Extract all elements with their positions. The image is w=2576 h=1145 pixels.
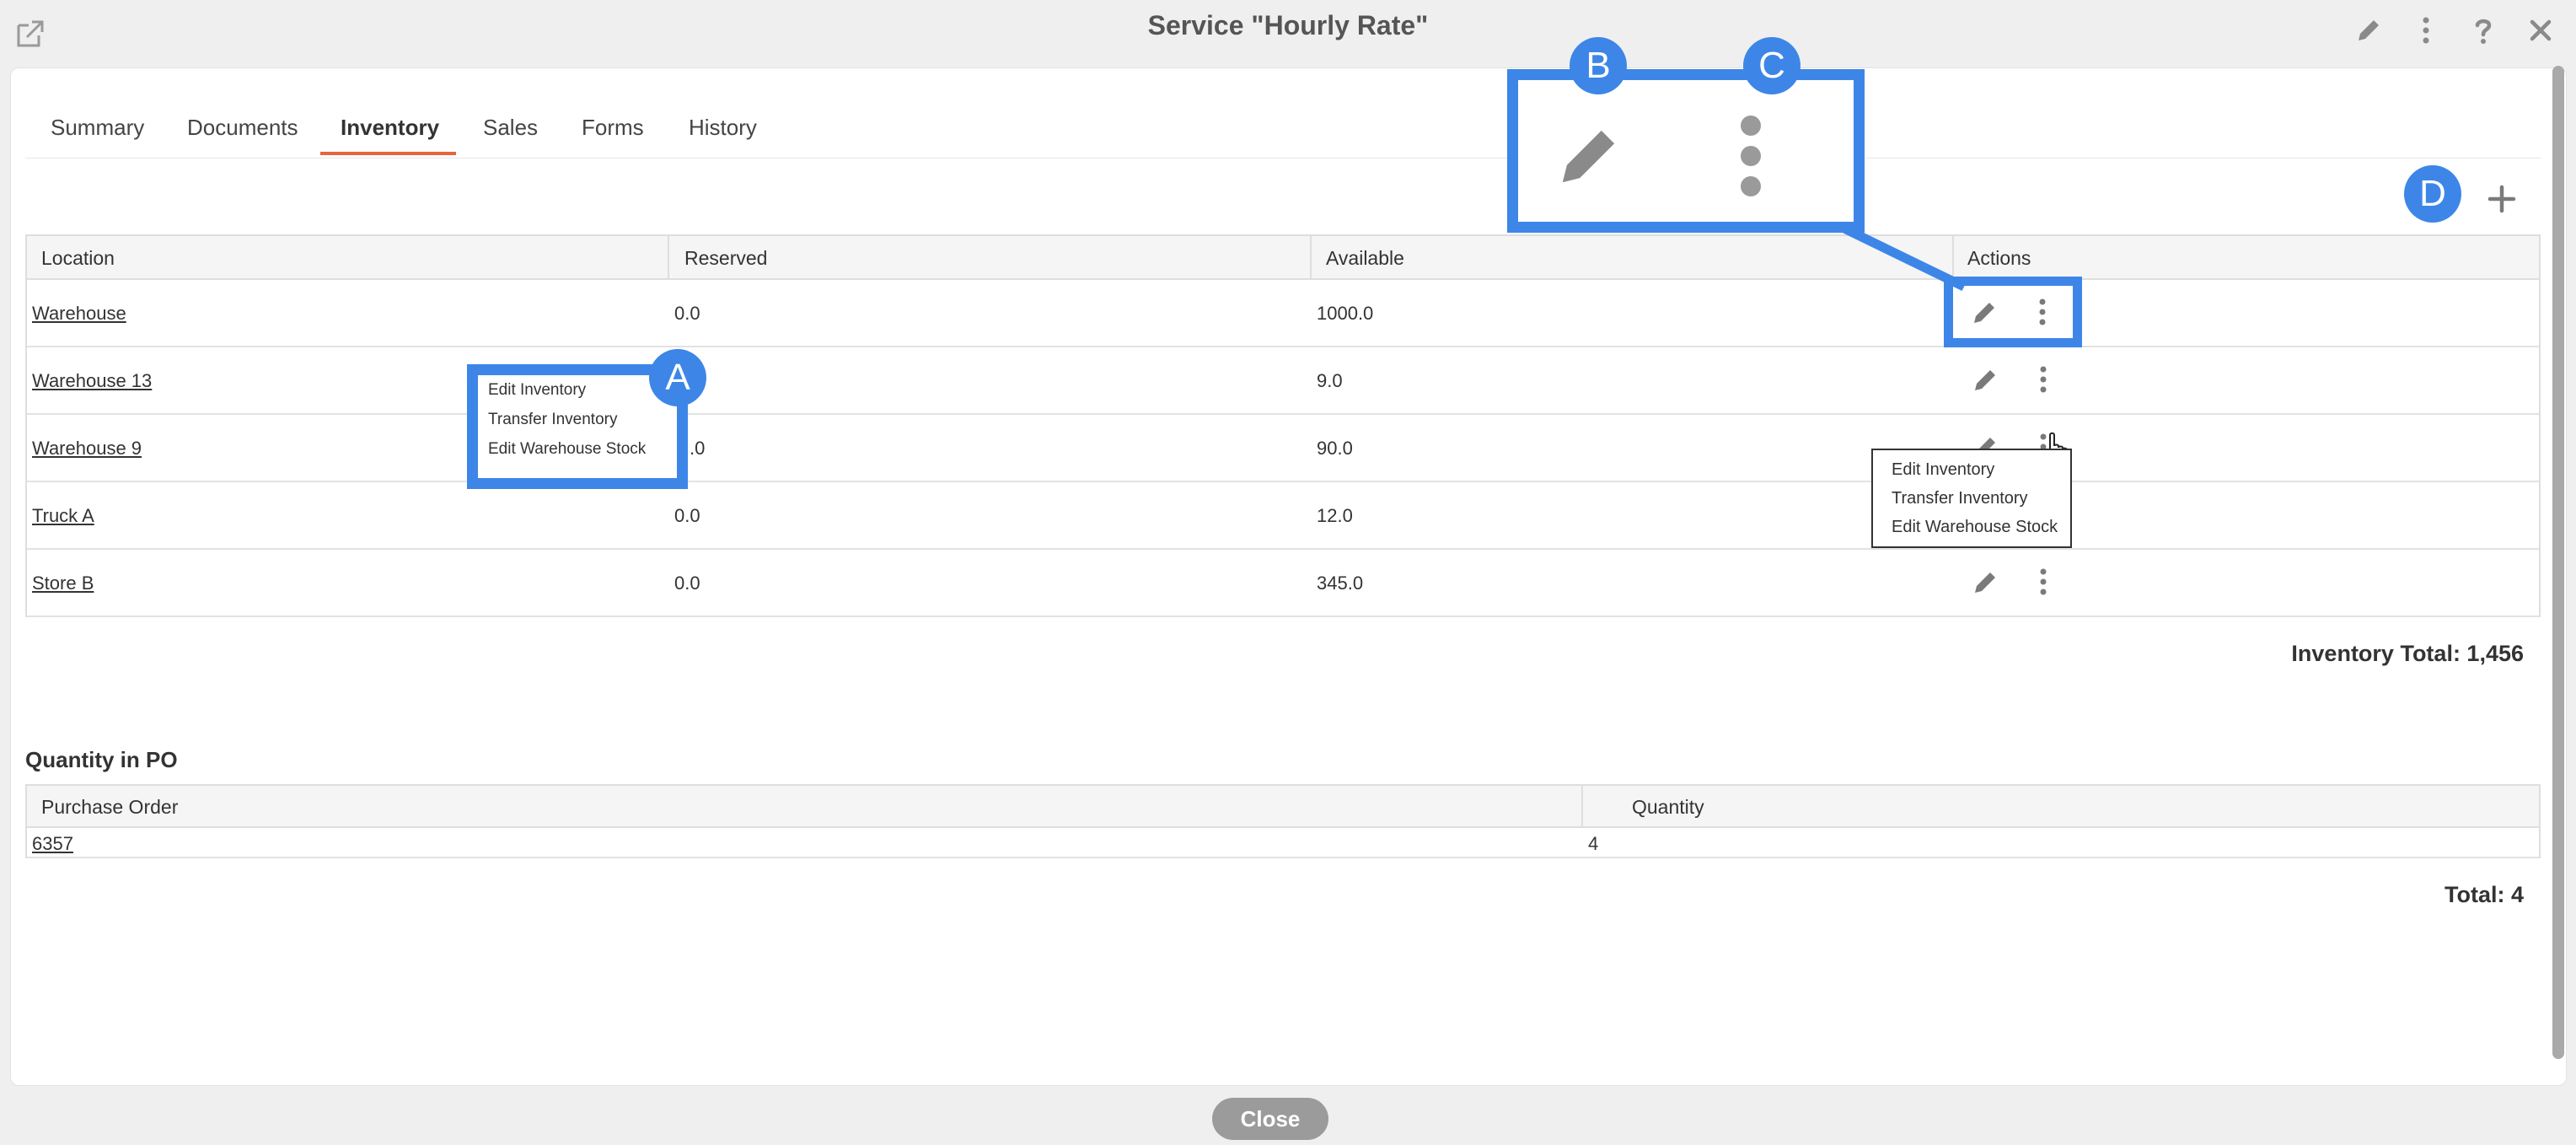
annotation-badge-b: B [1570,37,1627,94]
annotation-badge-c: C [1743,37,1801,94]
menu-item-transfer-inventory: Transfer Inventory [488,411,618,428]
more-vertical-icon[interactable] [2027,297,2058,327]
edit-row-icon[interactable] [1970,297,2000,327]
callout-connector [1840,223,1967,291]
menu-item-edit-inventory: Edit Inventory [488,381,587,399]
callout-a-menu: Edit Inventory Transfer Inventory Edit W… [488,375,646,464]
annotation-badge-a: A [649,349,706,406]
callout-actions-box [1944,277,2082,347]
annotation-badge-d: D [2404,165,2461,223]
callout-bc-box [1507,69,1865,233]
pencil-icon [1552,116,1629,193]
menu-item-edit-warehouse-stock: Edit Warehouse Stock [488,440,647,458]
more-vertical-icon [1734,114,1768,198]
